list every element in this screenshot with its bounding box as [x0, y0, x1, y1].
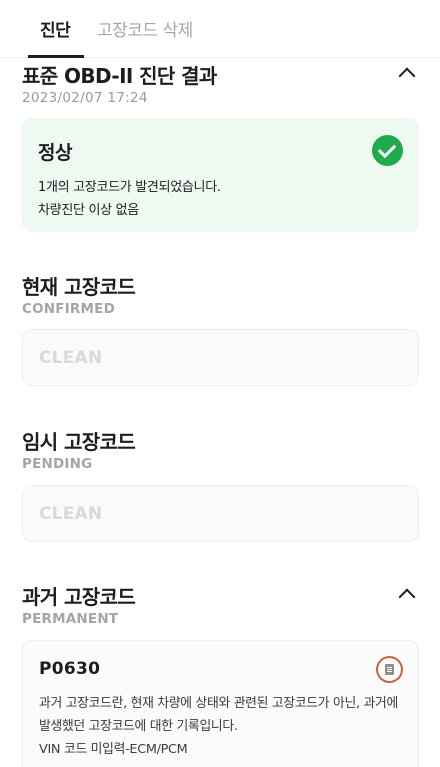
pending-codes-value: CLEAN: [39, 504, 103, 524]
current-codes-card: CLEAN: [22, 329, 419, 386]
past-code: P0630: [39, 659, 101, 679]
past-codes-title: 과거 고장코드: [22, 585, 136, 609]
past-code-description: 과거 고장코드란, 현재 차량에 상태와 관련된 고장코드가 아닌, 과거에 발…: [39, 696, 398, 734]
chevron-up-icon[interactable]: [398, 588, 416, 606]
diagnosis-date: 2023/02/07 17:24: [22, 90, 148, 106]
tab-diagnosis[interactable]: 진단: [40, 16, 71, 41]
pending-codes-subtitle: PENDING: [22, 456, 93, 472]
past-codes-subtitle: PERMANENT: [22, 611, 119, 627]
active-tab-indicator: [28, 55, 84, 58]
chevron-up-icon[interactable]: [398, 67, 416, 85]
past-code-detail: VIN 코드 미입력-ECM/PCM: [39, 742, 188, 757]
status-detail: 차량진단 이상 없음: [38, 203, 139, 218]
tab-clear-codes[interactable]: 고장코드 삭제: [97, 16, 193, 41]
tab-bar: 진단 고장코드 삭제: [0, 0, 440, 58]
pending-codes-title: 임시 고장코드: [22, 430, 136, 454]
status-title: 정상: [38, 142, 72, 164]
pending-codes-card: CLEAN: [22, 485, 419, 542]
current-codes-value: CLEAN: [39, 348, 103, 368]
current-codes-subtitle: CONFIRMED: [22, 301, 115, 317]
current-codes-title: 현재 고장코드: [22, 275, 136, 299]
status-message: 1개의 고장코드가 발견되었습니다.: [38, 180, 221, 195]
past-code-card[interactable]: P0630 과거 고장코드란, 현재 차량에 상태와 관련된 고장코드가 아닌,…: [22, 640, 419, 767]
document-icon[interactable]: [376, 656, 403, 683]
status-card: 정상 1개의 고장코드가 발견되었습니다. 차량진단 이상 없음: [22, 118, 419, 232]
standard-result-title: 표준 OBD-II 진단 결과: [22, 64, 217, 88]
check-circle-icon: [372, 135, 403, 166]
